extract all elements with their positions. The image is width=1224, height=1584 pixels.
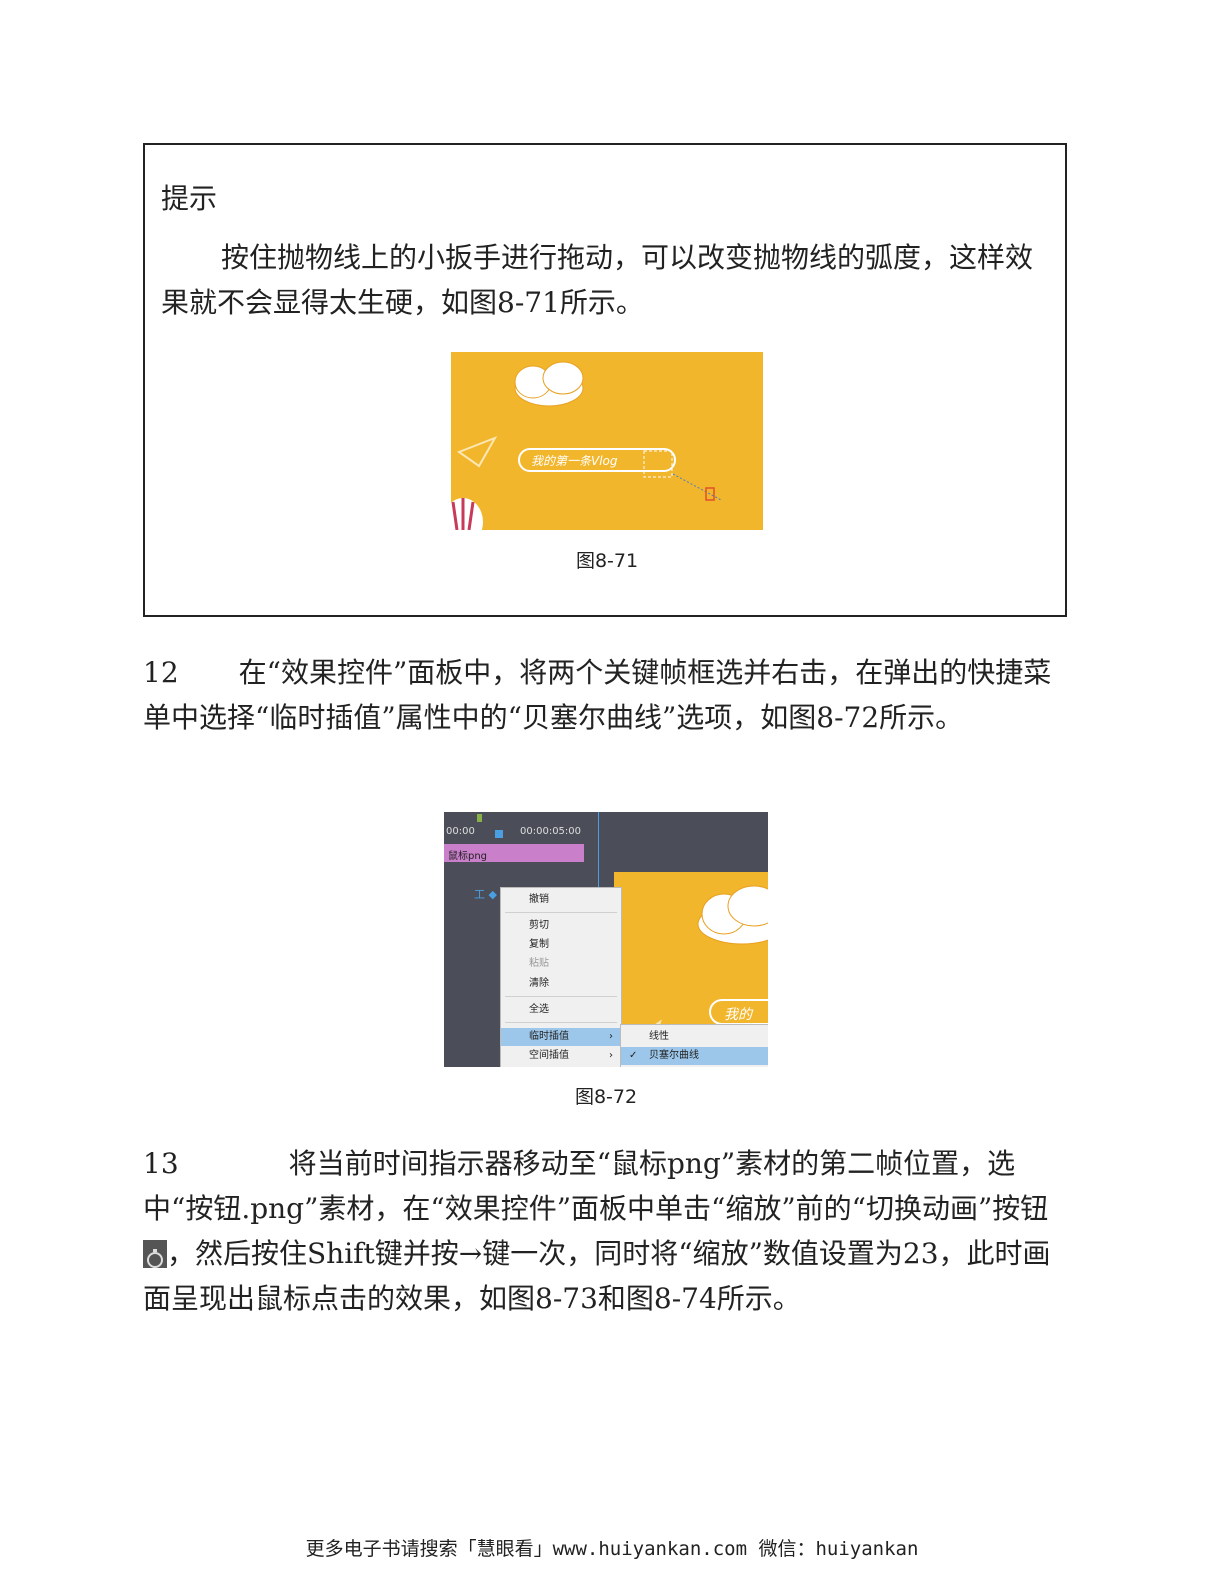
keyframe-handle-icon bbox=[705, 487, 715, 501]
submenu-item-bezier[interactable]: ✓ 贝塞尔曲线 bbox=[621, 1047, 768, 1065]
menu-item-spatial-interpolation[interactable]: 空间插值 › bbox=[501, 1047, 621, 1065]
menu-item-undo[interactable]: 撤销 bbox=[501, 891, 621, 909]
step-12-number: 12 bbox=[143, 656, 179, 689]
step-12-text: 在“效果控件”面板中，将两个关键帧框选并右击，在弹出的快捷菜单中选择“临时插值”… bbox=[143, 656, 1052, 734]
timeline-clip[interactable]: 鼠标png bbox=[444, 844, 584, 862]
stopwatch-icon bbox=[143, 1239, 167, 1268]
menu-item-temporal-interpolation[interactable]: 临时插值 › bbox=[501, 1028, 621, 1046]
tip-text: 按住抛物线上的小扳手进行拖动，可以改变抛物线的弧度，这样效果就不会显得太生硬，如… bbox=[161, 241, 1034, 319]
clip-name: 鼠标png bbox=[448, 851, 488, 862]
triangle-outline-icon bbox=[456, 436, 498, 468]
menu-item-cut[interactable]: 剪切 bbox=[501, 917, 621, 935]
submenu-item-label: 贝塞尔曲线 bbox=[649, 1050, 699, 1061]
timecode-end: 00:00:05:00 bbox=[520, 826, 582, 837]
cloud-icon bbox=[514, 361, 584, 407]
figure-8-72-caption: 图8-72 bbox=[574, 1086, 638, 1108]
balloon-icon bbox=[451, 498, 483, 530]
check-icon: ✓ bbox=[629, 1050, 638, 1061]
chevron-right-icon: › bbox=[609, 1050, 613, 1061]
playhead-marker-icon bbox=[495, 830, 503, 838]
submenu: 线性 ✓ 贝塞尔曲线 bbox=[620, 1024, 768, 1067]
step-13-text-after: ，然后按住Shift键并按→键一次，同时将“缩放”数值设置为23，此时画面呈现出… bbox=[143, 1237, 1051, 1315]
menu-item-select-all[interactable]: 全选 bbox=[501, 1001, 621, 1019]
tip-title: 提示 bbox=[161, 182, 218, 215]
timecode-start: 00:00 bbox=[446, 826, 475, 837]
menu-separator bbox=[505, 996, 617, 997]
chevron-right-icon: › bbox=[609, 1031, 613, 1042]
figure-8-71-image: 我的第一条Vlog bbox=[451, 352, 763, 530]
menu-item-clear[interactable]: 清除 bbox=[501, 975, 621, 993]
playhead-line bbox=[598, 812, 599, 887]
cloud-icon bbox=[697, 885, 768, 945]
preview-banner-text: 我的 bbox=[724, 1007, 752, 1023]
banner-text: 我的第一条Vlog bbox=[531, 454, 618, 468]
context-menu: 撤销 剪切 复制 粘贴 清除 全选 临时插值 › 空间插值 › bbox=[500, 887, 622, 1067]
menu-item-label: 空间插值 bbox=[529, 1050, 569, 1061]
menu-item-label: 临时插值 bbox=[529, 1031, 569, 1042]
step-13-text-before: 将当前时间指示器移动至“鼠标png”素材的第二帧位置，选中“按钮.png”素材，… bbox=[143, 1147, 1049, 1225]
keyframe-marker-icon bbox=[477, 814, 482, 822]
figure-8-71-caption: 图8-71 bbox=[575, 550, 639, 572]
tip-box: 提示 按住抛物线上的小扳手进行拖动，可以改变抛物线的弧度，这样效果就不会显得太生… bbox=[143, 143, 1067, 617]
figure-8-72-image: 00:00 00:00:05:00 鼠标png 工 ◆ 我的 撤销 剪切 复制 … bbox=[444, 812, 768, 1067]
menu-separator bbox=[505, 912, 617, 913]
keyframe-icons: 工 ◆ bbox=[474, 888, 497, 901]
step-13-paragraph: 13 将当前时间指示器移动至“鼠标png”素材的第二帧位置，选中“按钮.png”素… bbox=[143, 1141, 1069, 1321]
menu-item-copy[interactable]: 复制 bbox=[501, 936, 621, 954]
submenu-item-linear[interactable]: 线性 bbox=[621, 1028, 768, 1046]
figure-8-71-illustration bbox=[451, 361, 722, 530]
menu-separator bbox=[505, 1022, 617, 1023]
menu-item-paste[interactable]: 粘贴 bbox=[501, 955, 621, 973]
footer-text: 更多电子书请搜索「慧眼看」www.huiyankan.com 微信：huiyan… bbox=[305, 1538, 919, 1560]
step-13-number: 13 bbox=[143, 1147, 179, 1180]
step-12-paragraph: 12 在“效果控件”面板中，将两个关键帧框选并右击，在弹出的快捷菜单中选择“临时插… bbox=[143, 650, 1069, 740]
